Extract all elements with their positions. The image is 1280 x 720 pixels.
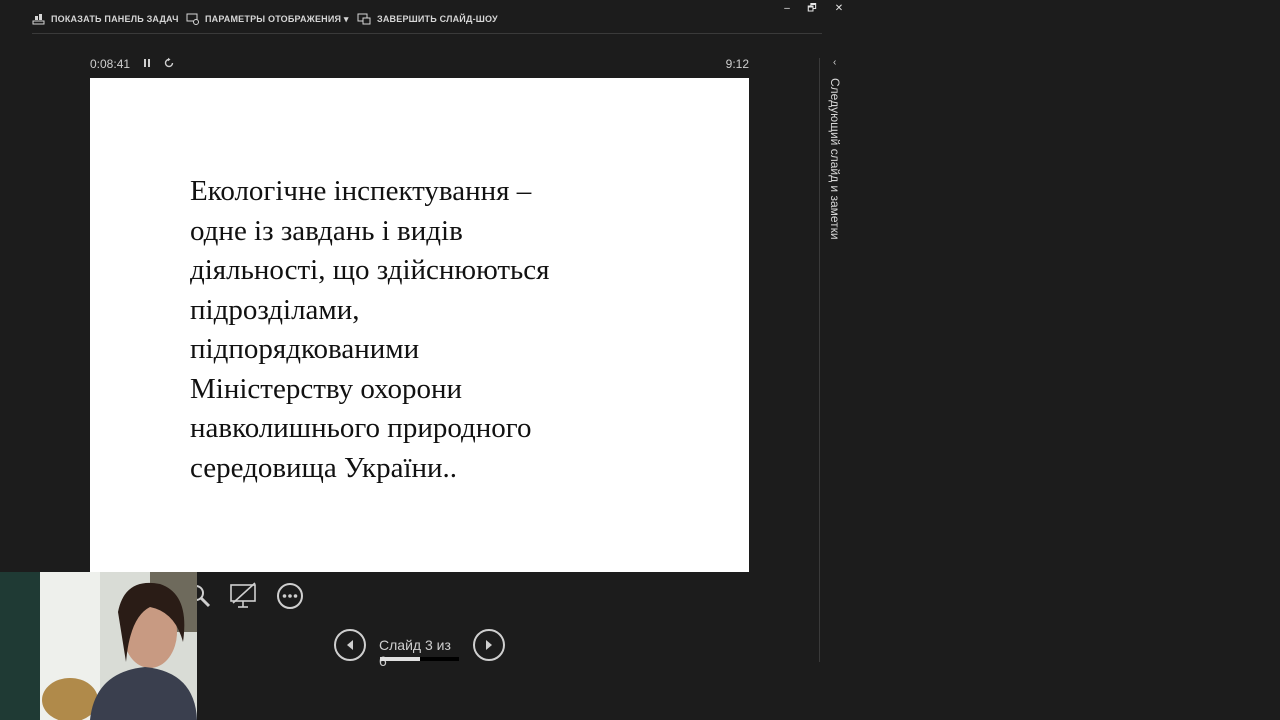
slide-text-line: навколишнього природного	[190, 412, 532, 444]
next-slide-button[interactable]	[473, 629, 505, 661]
slide-counter[interactable]: Слайд 3 из 6	[379, 637, 461, 669]
next-slide-notes-label[interactable]: Следующий слайд и заметки	[828, 78, 842, 240]
display-settings-label: ПАРАМЕТРЫ ОТОБРАЖЕНИЯ ▾	[205, 13, 349, 24]
end-slideshow-label: ЗАВЕРШИТЬ СЛАЙД-ШОУ	[377, 14, 498, 24]
slide-progress-bar	[380, 657, 459, 661]
show-taskbar-button[interactable]: ПОКАЗАТЬ ПАНЕЛЬ ЗАДАЧ	[32, 12, 179, 26]
panel-divider[interactable]	[819, 58, 820, 662]
slide-text-line: діяльності, що здійснюються	[190, 254, 550, 286]
slide-text-line: одне із завдань і видів	[190, 214, 463, 247]
minimize-button[interactable]: –	[780, 3, 794, 15]
show-taskbar-label: ПОКАЗАТЬ ПАНЕЛЬ ЗАДАЧ	[51, 14, 179, 24]
display-settings-icon	[186, 13, 199, 25]
end-show-icon	[357, 13, 371, 25]
current-slide[interactable]: Екологічне інспектування – одне із завда…	[90, 78, 749, 572]
pause-icon[interactable]	[141, 57, 153, 69]
arrow-left-icon	[347, 640, 353, 650]
chevron-left-icon[interactable]: ‹	[833, 57, 843, 68]
slide-text-line: підпорядкованими	[190, 333, 420, 365]
arrow-right-icon	[486, 640, 492, 650]
restore-button[interactable]: 🗗	[805, 3, 819, 15]
elapsed-timer: 0:08:41	[90, 57, 131, 71]
slide-progress-fill	[380, 657, 420, 661]
display-settings-button[interactable]: ПАРАМЕТРЫ ОТОБРАЖЕНИЯ ▾	[186, 12, 349, 26]
webcam-overlay	[0, 572, 197, 720]
close-button[interactable]: ✕	[832, 3, 846, 15]
taskbar-icon	[32, 14, 45, 25]
toolbar-divider	[32, 33, 822, 34]
end-slideshow-button[interactable]: ЗАВЕРШИТЬ СЛАЙД-ШОУ	[357, 12, 498, 26]
slide-text-line: середовища України..	[190, 451, 458, 484]
presenter-toolbar: ПОКАЗАТЬ ПАНЕЛЬ ЗАДАЧ ПАРАМЕТРЫ ОТОБРАЖЕ…	[0, 0, 843, 34]
slide-text-line: Міністерству охорони	[190, 372, 463, 405]
more-options-icon[interactable]	[276, 582, 304, 610]
slide-text-line: Екологічне інспектування –	[190, 175, 532, 207]
slide-text-line: підрозділами,	[190, 293, 360, 326]
current-time: 9:12	[725, 57, 749, 71]
previous-slide-button[interactable]	[334, 629, 366, 661]
slide-body-text: Екологічне інспектування – одне із завда…	[190, 172, 710, 488]
restart-timer-icon[interactable]	[163, 57, 175, 69]
black-screen-icon[interactable]	[229, 582, 257, 610]
webcam-image	[0, 572, 197, 720]
